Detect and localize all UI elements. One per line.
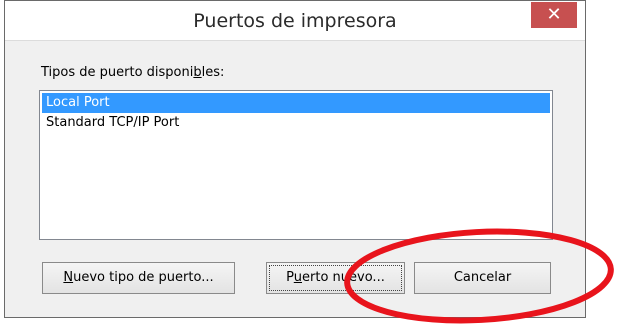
port-types-list[interactable]: Local Port Standard TCP/IP Port [39, 90, 553, 240]
close-icon: ✕ [546, 4, 562, 25]
new-type-label: uevo tipo de puerto... [73, 270, 214, 285]
label-text-end: les: [201, 65, 225, 80]
label-text-start: Tipos de puerto disponi [41, 65, 194, 80]
label-mnemonic: b [193, 65, 202, 80]
new-type-mnemonic: N [63, 270, 74, 285]
list-item-local-port[interactable]: Local Port [42, 93, 550, 113]
close-button[interactable]: ✕ [531, 2, 577, 28]
cancel-button[interactable]: Cancelar [414, 262, 551, 294]
available-port-types-label: Tipos de puerto disponibles: [41, 65, 224, 80]
title-bar: Puertos de impresora ✕ [5, 1, 585, 41]
printer-ports-dialog: Puertos de impresora ✕ Tipos de puerto d… [4, 0, 586, 318]
new-port-button[interactable]: Puerto nuevo... [266, 262, 405, 294]
list-item-standard-tcpip-port[interactable]: Standard TCP/IP Port [42, 113, 550, 133]
focus-rectangle [269, 265, 402, 291]
new-port-type-button[interactable]: Nuevo tipo de puerto... [42, 262, 235, 294]
screenshot-page: Puertos de impresora ✕ Tipos de puerto d… [0, 0, 618, 326]
dialog-title: Puertos de impresora [193, 10, 397, 32]
